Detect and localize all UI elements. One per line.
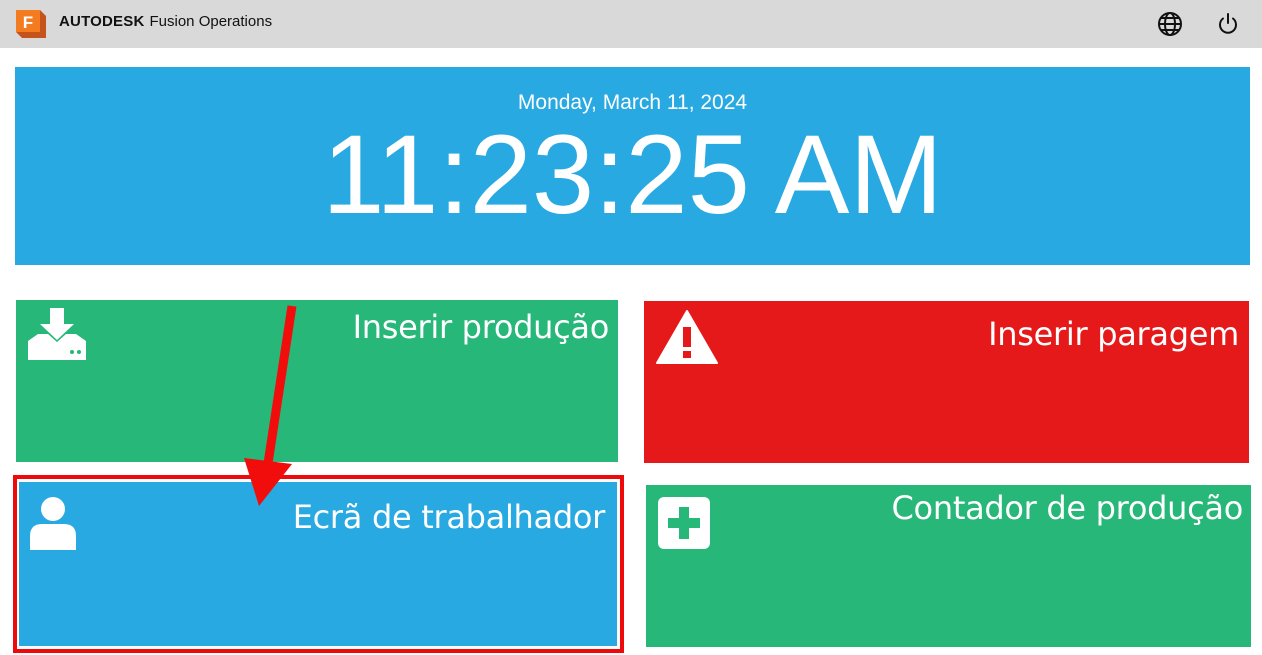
clock-time: 11:23:25 AM	[322, 112, 943, 237]
production-counter-label: Contador de produção	[891, 489, 1244, 527]
insert-production-label: Inserir produção	[352, 308, 610, 346]
product-name: Fusion Operations	[149, 13, 273, 30]
svg-text:F: F	[23, 13, 33, 32]
production-counter-tile[interactable]: Contador de produção	[646, 485, 1251, 647]
clock-panel: Monday, March 11, 2024 11:23:25 AM	[15, 67, 1250, 265]
user-icon	[28, 496, 78, 550]
insert-stop-label: Inserir paragem	[988, 315, 1239, 353]
fusion-logo-icon: F	[14, 8, 48, 40]
brand-name: AUTODESK	[59, 13, 145, 30]
insert-stop-tile[interactable]: Inserir paragem	[644, 301, 1249, 463]
insert-production-tile[interactable]: Inserir produção	[16, 300, 618, 462]
plus-square-icon	[658, 497, 712, 551]
download-tray-icon	[28, 308, 90, 360]
power-icon[interactable]	[1215, 11, 1241, 37]
brand-title: AUTODESK Fusion Operations	[59, 12, 272, 32]
worker-screen-label: Ecrã de trabalhador	[292, 498, 606, 536]
globe-icon[interactable]	[1157, 11, 1183, 37]
top-bar: F AUTODESK Fusion Operations	[0, 0, 1262, 48]
warning-icon	[656, 309, 718, 365]
worker-screen-tile[interactable]: Ecrã de trabalhador	[19, 482, 617, 646]
